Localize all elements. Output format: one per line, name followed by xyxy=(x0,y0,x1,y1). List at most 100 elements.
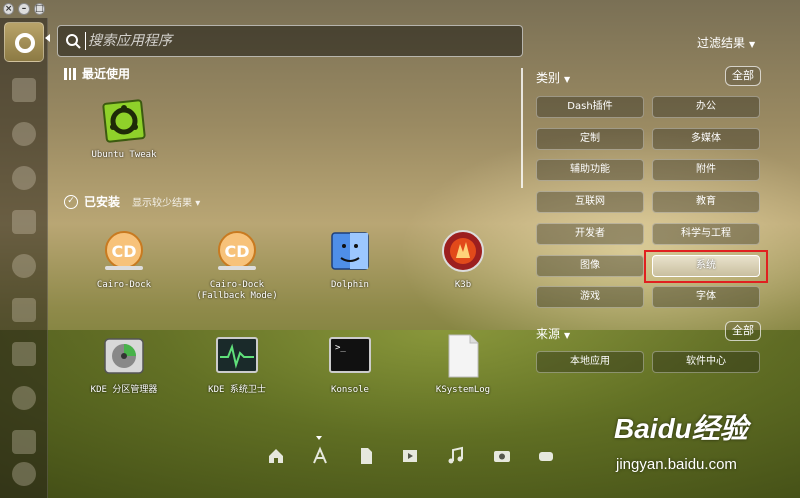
svg-text:CD: CD xyxy=(224,242,249,261)
source-filter-header[interactable]: 来源 ▼ xyxy=(536,325,570,342)
ubuntu-logo-icon xyxy=(15,33,35,53)
app-label: Cairo-Dock xyxy=(96,280,152,290)
svg-text:>_: >_ xyxy=(335,343,346,353)
launcher-item-software[interactable] xyxy=(4,158,44,198)
dolphin-icon xyxy=(327,228,373,274)
app-kde-partition-manager[interactable]: KDE 分区管理器 xyxy=(69,333,179,396)
highlight-annotation xyxy=(644,250,768,283)
category-filter-button[interactable]: Dash插件 xyxy=(536,96,644,118)
package-icon xyxy=(12,342,36,366)
app-k3b[interactable]: K3b xyxy=(408,228,518,291)
category-filter-button[interactable]: 字体 xyxy=(652,286,760,309)
launcher-dash-home[interactable] xyxy=(4,22,44,62)
filter-results-toggle[interactable]: 过滤结果 ▼ xyxy=(697,34,755,51)
category-all-button[interactable]: 全部 xyxy=(725,66,761,86)
search-input[interactable] xyxy=(88,29,508,53)
app-icon xyxy=(12,462,36,486)
files-lens-icon[interactable] xyxy=(356,446,376,466)
home-lens-icon[interactable] xyxy=(266,446,286,466)
category-filter-button[interactable]: 图像 xyxy=(536,254,644,277)
category-filter-button[interactable]: 互联网 xyxy=(536,191,644,214)
recent-section-title: 最近使用 xyxy=(82,67,131,81)
search-icon xyxy=(66,34,81,49)
app-ubuntu-tweak[interactable]: Ubuntu Tweak xyxy=(69,98,179,161)
watermark-brand: Baidu经验 xyxy=(614,413,748,444)
category-filter-title: 类别 xyxy=(536,71,561,85)
launcher-item-box[interactable] xyxy=(4,334,44,374)
source-filter-button[interactable]: 本地应用 xyxy=(536,351,644,373)
category-filter-button[interactable]: 辅助功能 xyxy=(536,159,644,182)
launcher-item-media[interactable] xyxy=(4,246,44,286)
text-cursor xyxy=(85,32,86,50)
search-bar[interactable] xyxy=(57,25,523,57)
browser-icon xyxy=(12,122,36,146)
app-dolphin[interactable]: Dolphin xyxy=(295,228,405,291)
app-label: Dolphin xyxy=(331,280,369,290)
launcher-item-workspaces[interactable] xyxy=(4,290,44,330)
launcher-item-trash[interactable] xyxy=(4,378,44,418)
recent-icon xyxy=(64,67,77,80)
source-all-button[interactable]: 全部 xyxy=(725,321,761,341)
show-fewer-label: 显示较少结果 xyxy=(132,198,193,209)
video-lens-icon[interactable] xyxy=(400,446,420,466)
close-window-button[interactable]: × xyxy=(3,3,15,15)
software-center-icon xyxy=(12,166,36,190)
trash-icon xyxy=(12,386,36,410)
k3b-icon xyxy=(440,228,486,274)
source-filter-button[interactable]: 软件中心 xyxy=(652,351,760,373)
category-filter-button[interactable]: 办公 xyxy=(652,96,760,118)
text-editor-icon xyxy=(12,430,36,454)
ksystemlog-icon xyxy=(440,333,486,379)
social-lens-icon[interactable] xyxy=(536,446,556,466)
installed-section-title: 已安装 xyxy=(84,195,121,209)
category-filter-button[interactable]: 科学与工程 xyxy=(652,222,760,245)
results-scrollbar[interactable] xyxy=(521,68,523,188)
app-label: Ubuntu Tweak xyxy=(91,150,157,160)
konsole-icon: >_ xyxy=(327,333,373,379)
chevron-down-icon: ▼ xyxy=(564,75,571,84)
active-lens-indicator-icon xyxy=(316,436,322,440)
launcher-item-files[interactable] xyxy=(4,70,44,110)
launcher-item-browser[interactable] xyxy=(4,114,44,154)
launcher xyxy=(0,18,48,498)
launcher-item-extra[interactable] xyxy=(4,454,44,494)
app-label: KSystemLog xyxy=(435,385,491,395)
recent-section-header[interactable]: 最近使用 xyxy=(64,65,130,82)
baidu-watermark: Baidu经验 jingyan.baidu.com xyxy=(614,412,794,482)
chevron-down-icon: ▼ xyxy=(564,331,571,340)
music-lens-icon[interactable] xyxy=(446,446,466,466)
category-filter-button[interactable]: 游戏 xyxy=(536,286,644,309)
settings-icon xyxy=(12,210,36,234)
category-filter-button[interactable]: 教育 xyxy=(652,191,760,214)
watermark-url: jingyan.baidu.com xyxy=(616,456,737,473)
category-filter-button[interactable]: 多媒体 xyxy=(652,127,760,150)
app-cairo-dock-fallback[interactable]: CD Cairo-Dock (Fallback Mode) xyxy=(182,228,292,302)
app-label: KDE 分区管理器 xyxy=(90,385,158,395)
app-cairo-dock[interactable]: CD Cairo-Dock xyxy=(69,228,179,291)
system-monitor-icon xyxy=(214,333,260,379)
launcher-item-settings[interactable] xyxy=(4,202,44,242)
maximize-window-button[interactable]: □ xyxy=(33,3,45,15)
app-kde-system-guard[interactable]: KDE 系统卫士 xyxy=(182,333,292,396)
category-filter-button[interactable]: 开发者 xyxy=(536,222,644,245)
active-launcher-arrow-icon xyxy=(45,34,50,42)
app-label: KDE 系统卫士 xyxy=(208,385,266,395)
photo-lens-icon[interactable] xyxy=(492,446,512,466)
minimize-window-button[interactable]: – xyxy=(18,3,30,15)
category-filter-header[interactable]: 类别 ▼ xyxy=(536,69,570,86)
applications-lens-icon[interactable] xyxy=(310,446,330,466)
check-circle-icon: ✓ xyxy=(64,194,78,209)
show-fewer-results-link[interactable]: 显示较少结果 ▾ xyxy=(132,194,200,209)
ubuntu-tweak-icon xyxy=(101,98,147,144)
files-icon xyxy=(12,78,36,102)
category-filter-button[interactable]: 定制 xyxy=(536,127,644,150)
category-filter-button[interactable]: 附件 xyxy=(652,159,760,182)
app-label: Konsole xyxy=(331,385,369,395)
svg-text:CD: CD xyxy=(111,242,136,261)
filter-results-label: 过滤结果 xyxy=(697,36,746,50)
installed-section-header[interactable]: ✓ 已安装 显示较少结果 ▾ xyxy=(64,193,200,210)
app-konsole[interactable]: >_ Konsole xyxy=(295,333,405,396)
chevron-down-icon: ▼ xyxy=(749,40,756,49)
media-player-icon xyxy=(12,254,36,278)
app-ksystemlog[interactable]: KSystemLog xyxy=(408,333,518,396)
